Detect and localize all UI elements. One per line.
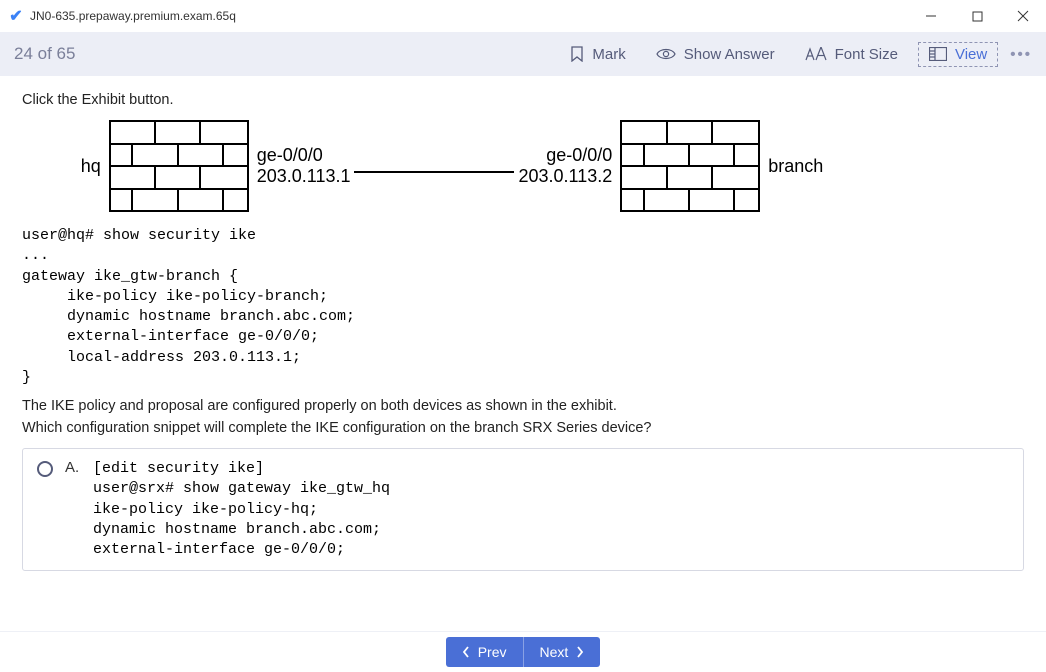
- minimize-icon: [925, 10, 937, 22]
- link-line: [354, 171, 514, 173]
- question-content: Click the Exhibit button. hq ge-0/0/0 20…: [0, 76, 1046, 631]
- window-title: JN0-635.prepaway.premium.exam.65q: [30, 9, 236, 23]
- font-size-label: Font Size: [835, 46, 898, 63]
- close-icon: [1017, 10, 1029, 22]
- chevron-right-icon: [576, 646, 584, 658]
- mark-label: Mark: [592, 46, 625, 63]
- maximize-icon: [972, 11, 983, 22]
- firewall-branch-icon: [620, 120, 760, 212]
- window-minimize-button[interactable]: [908, 0, 954, 32]
- window-maximize-button[interactable]: [954, 0, 1000, 32]
- next-button[interactable]: Next: [524, 637, 601, 667]
- prev-label: Prev: [478, 644, 507, 660]
- mark-button[interactable]: Mark: [560, 42, 635, 67]
- window-close-button[interactable]: [1000, 0, 1046, 32]
- exhibit-diagram: hq ge-0/0/0 203.0.113.1 ge-0/0/0 203.0.1…: [42, 120, 862, 212]
- show-answer-label: Show Answer: [684, 46, 775, 63]
- app-icon: ✔: [8, 8, 24, 24]
- chevron-left-icon: [462, 646, 470, 658]
- prev-button[interactable]: Prev: [446, 637, 524, 667]
- option-letter: A.: [65, 459, 83, 476]
- exhibit-config-snippet: user@hq# show security ike ... gateway i…: [22, 226, 1024, 388]
- eye-icon: [656, 47, 676, 61]
- exhibit-instruction: Click the Exhibit button.: [22, 92, 1024, 108]
- firewall-hq-icon: [109, 120, 249, 212]
- branch-ip: 203.0.113.2: [518, 166, 612, 187]
- window-titlebar: ✔ JN0-635.prepaway.premium.exam.65q: [0, 0, 1046, 32]
- option-body: [edit security ike] user@srx# show gatew…: [93, 459, 390, 560]
- node-hq-label: hq: [81, 156, 101, 177]
- bottom-bar: Prev Next: [0, 631, 1046, 672]
- toolbar: 24 of 65 Mark Show Answer Font Size View…: [0, 32, 1046, 76]
- more-button[interactable]: •••: [1010, 46, 1032, 63]
- node-branch-label: branch: [768, 156, 823, 177]
- question-statement-2: Which configuration snippet will complet…: [22, 420, 1024, 436]
- font-size-button[interactable]: Font Size: [795, 42, 908, 67]
- hq-ip: 203.0.113.1: [257, 166, 351, 187]
- hq-interface: ge-0/0/0: [257, 145, 351, 166]
- question-statement-1: The IKE policy and proposal are configur…: [22, 398, 1024, 414]
- branch-interface: ge-0/0/0: [518, 145, 612, 166]
- font-size-icon: [805, 47, 827, 61]
- view-layout-icon: [929, 47, 947, 61]
- answer-option-a[interactable]: A. [edit security ike] user@srx# show ga…: [22, 448, 1024, 571]
- show-answer-button[interactable]: Show Answer: [646, 42, 785, 67]
- radio-icon[interactable]: [37, 461, 53, 477]
- view-button[interactable]: View: [918, 42, 998, 67]
- bookmark-icon: [570, 46, 584, 62]
- question-counter: 24 of 65: [14, 44, 75, 64]
- view-label: View: [955, 46, 987, 63]
- next-label: Next: [540, 644, 569, 660]
